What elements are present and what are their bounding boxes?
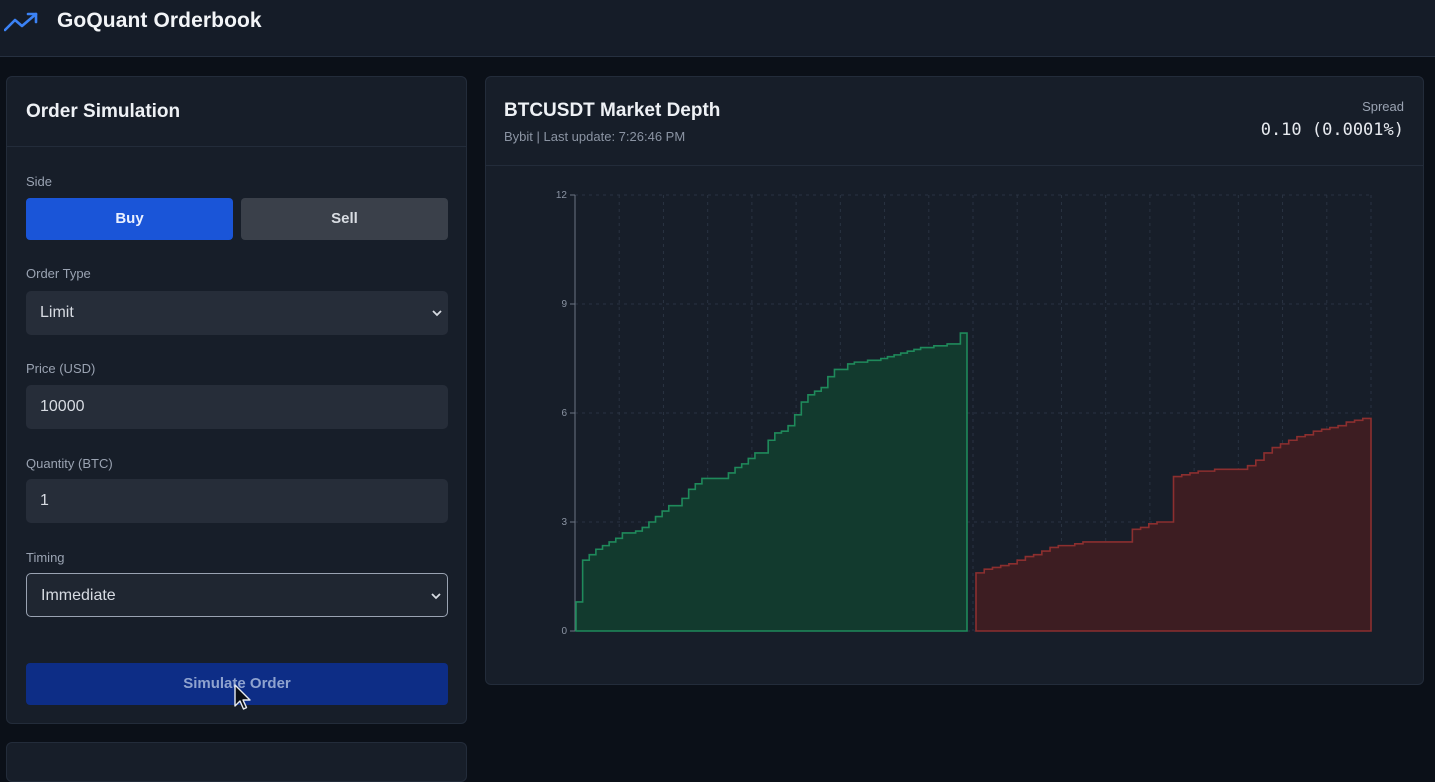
secondary-panel (6, 742, 467, 782)
ask-depth-area (975, 417, 1372, 632)
side-label: Side (26, 174, 53, 189)
quantity-label: Quantity (BTC) (26, 456, 113, 471)
depth-chart: 0 3 6 9 12 (556, 190, 1372, 637)
app-title: GoQuant Orderbook (57, 9, 262, 32)
spread-value: 0.10 (0.0001%) (1260, 120, 1404, 140)
spread-label: Spread (1362, 99, 1404, 114)
timing-label: Timing (26, 550, 65, 565)
quantity-input[interactable]: 1 (26, 479, 448, 523)
trending-up-icon (4, 12, 38, 32)
quantity-value: 1 (40, 492, 49, 509)
panel-divider (7, 146, 466, 147)
y-tick-label: 0 (561, 626, 567, 637)
market-depth-subtitle: Bybit | Last update: 7:26:46 PM (504, 129, 686, 144)
y-tick-label: 9 (561, 299, 567, 310)
mouse-cursor-icon (234, 684, 251, 710)
panel-divider (486, 165, 1423, 166)
y-tick-label: 3 (561, 517, 567, 528)
timing-select[interactable]: Immediate (26, 573, 448, 617)
order-type-label: Order Type (26, 266, 91, 281)
timing-value: Immediate (41, 587, 116, 604)
price-input[interactable]: 10000 (26, 385, 448, 429)
market-depth-panel: BTCUSDT Market Depth Bybit | Last update… (485, 76, 1424, 685)
chevron-down-icon (432, 310, 442, 317)
price-value: 10000 (40, 398, 85, 415)
price-label: Price (USD) (26, 361, 96, 376)
y-tick-label: 12 (556, 190, 568, 201)
order-simulation-title: Order Simulation (26, 101, 181, 122)
order-type-select[interactable]: Limit (26, 291, 448, 335)
buy-button[interactable]: Buy (26, 198, 233, 240)
top-bar: GoQuant Orderbook (0, 0, 1435, 57)
order-type-value: Limit (40, 304, 74, 321)
order-simulation-panel: Order Simulation Side Buy Sell Order Typ… (6, 76, 467, 724)
chevron-down-icon (431, 593, 441, 600)
sell-button[interactable]: Sell (241, 198, 448, 240)
bid-depth-area (575, 332, 968, 632)
market-depth-title: BTCUSDT Market Depth (504, 100, 721, 121)
y-tick-label: 6 (561, 408, 567, 419)
